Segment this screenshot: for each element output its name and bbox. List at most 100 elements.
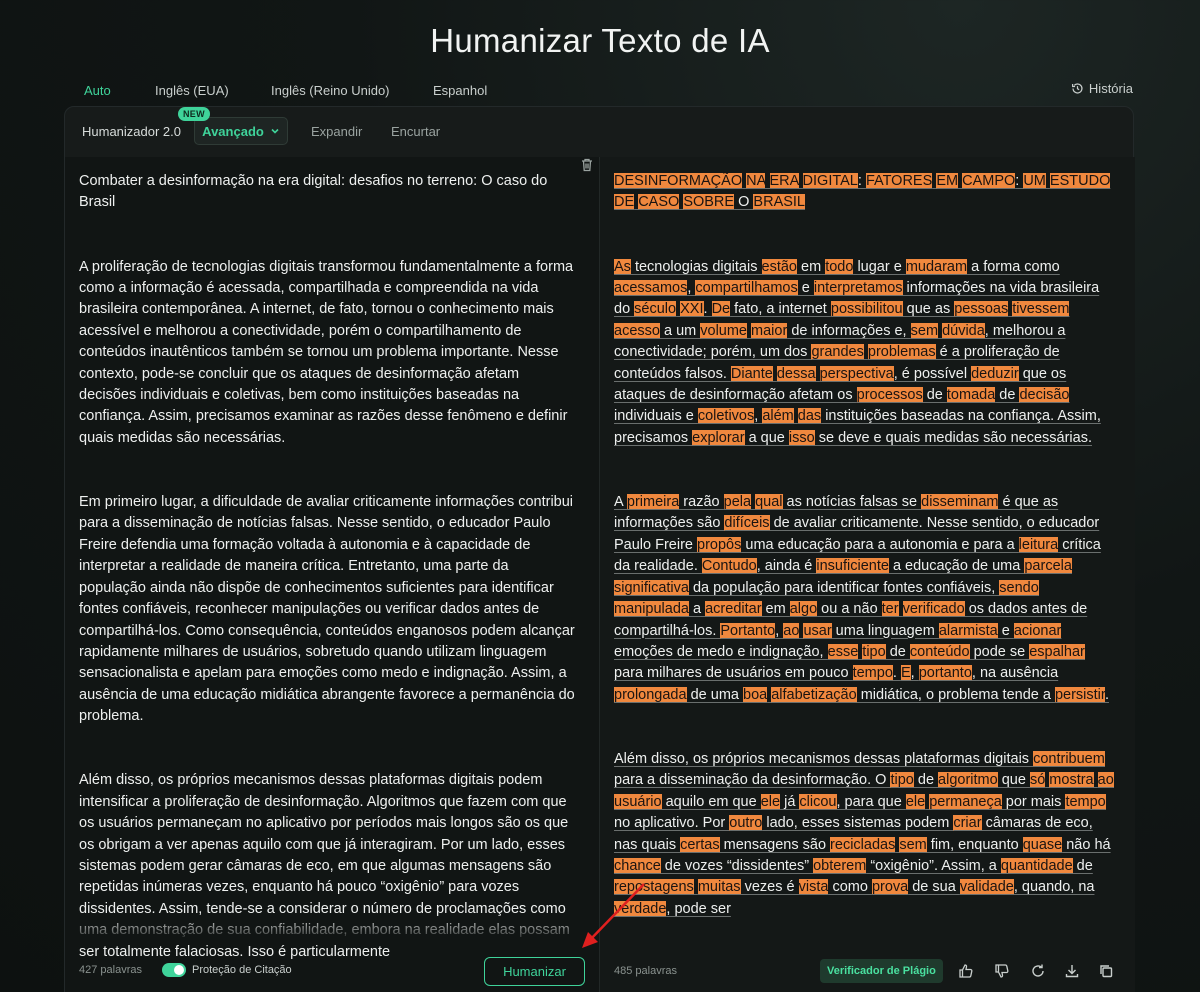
changed-word[interactable]: ter xyxy=(881,601,899,618)
citation-toggle[interactable] xyxy=(162,963,186,977)
changed-word[interactable]: verificado xyxy=(902,601,965,618)
changed-word[interactable]: ele xyxy=(905,793,926,810)
humanize-button[interactable]: Humanizar xyxy=(484,957,585,986)
changed-word[interactable]: tomada xyxy=(946,387,996,404)
changed-word[interactable]: SOBRE xyxy=(683,194,735,211)
changed-word[interactable]: conteúdo xyxy=(909,643,970,660)
changed-word[interactable]: portanto xyxy=(918,665,972,682)
changed-word[interactable]: UM xyxy=(1023,173,1046,189)
tab-english-uk[interactable]: Inglês (Reino Unido) xyxy=(271,81,390,100)
changed-word[interactable]: recicladas xyxy=(830,836,896,853)
changed-word[interactable]: alfabetização xyxy=(771,686,857,703)
changed-word[interactable]: só xyxy=(1029,772,1046,789)
thumbs-down-icon[interactable] xyxy=(994,963,1010,979)
changed-word[interactable]: século xyxy=(634,301,677,318)
history-button[interactable]: História xyxy=(1071,81,1133,96)
changed-word[interactable]: ele xyxy=(760,793,781,810)
changed-word[interactable]: clicou xyxy=(799,793,837,810)
changed-word[interactable]: alarmista xyxy=(938,622,998,639)
changed-word[interactable]: CASO xyxy=(638,194,680,211)
changed-word[interactable]: sem xyxy=(910,322,939,339)
changed-word[interactable]: muitas xyxy=(697,879,741,896)
changed-word[interactable]: criar xyxy=(953,815,982,832)
changed-word[interactable]: tempo xyxy=(1065,793,1106,810)
changed-word[interactable]: mudaram xyxy=(905,258,968,275)
changed-word[interactable]: Portanto xyxy=(720,622,776,639)
changed-word[interactable]: outro xyxy=(729,815,763,832)
changed-word[interactable]: sendo xyxy=(999,579,1039,596)
changed-word[interactable]: mostra xyxy=(1049,772,1094,789)
changed-word[interactable]: tempo xyxy=(852,665,893,682)
changed-word[interactable]: ao xyxy=(783,622,800,639)
changed-word[interactable]: tivessem xyxy=(1012,301,1070,318)
changed-word[interactable]: grandes xyxy=(811,344,864,361)
changed-word[interactable]: quantidade xyxy=(1000,857,1073,874)
plagiarism-checker-button[interactable]: Verificador de Plágio xyxy=(820,959,943,983)
changed-word[interactable]: prova xyxy=(871,879,909,896)
changed-word[interactable]: compartilhamos xyxy=(695,280,798,297)
changed-word[interactable]: algo xyxy=(789,601,818,618)
changed-word[interactable]: qual xyxy=(755,494,783,511)
changed-word[interactable]: primeira xyxy=(626,494,680,511)
changed-word[interactable]: persistir xyxy=(1054,686,1105,703)
changed-word[interactable]: sem xyxy=(899,836,927,853)
changed-word[interactable]: permaneça xyxy=(929,793,1002,810)
changed-word[interactable]: processos xyxy=(856,387,923,404)
changed-word[interactable]: De xyxy=(711,301,731,318)
changed-word[interactable]: volume xyxy=(700,322,747,339)
changed-word[interactable]: validade xyxy=(959,879,1014,896)
changed-word[interactable]: usuário xyxy=(614,793,662,810)
changed-word[interactable]: interpretamos xyxy=(813,280,903,297)
changed-word[interactable]: obterem xyxy=(813,857,867,874)
changed-word[interactable]: FATORES xyxy=(865,173,933,189)
changed-word[interactable]: XXI xyxy=(680,301,704,318)
changed-word[interactable]: DE xyxy=(614,194,635,211)
changed-word[interactable]: difíceis xyxy=(724,515,770,532)
changed-word[interactable]: E xyxy=(900,665,911,682)
changed-word[interactable]: perspectiva xyxy=(819,365,894,382)
changed-word[interactable]: deduzir xyxy=(971,365,1019,382)
changed-word[interactable]: propôs xyxy=(697,536,742,553)
changed-word[interactable]: todo xyxy=(825,258,854,275)
changed-word[interactable]: DESINFORMAÇÃO xyxy=(614,173,743,189)
thumbs-up-icon[interactable] xyxy=(958,963,974,979)
changed-word[interactable]: EM xyxy=(936,173,959,189)
changed-word[interactable]: das xyxy=(797,408,822,425)
changed-word[interactable]: coletivos xyxy=(697,408,755,425)
changed-word[interactable]: tipo xyxy=(890,772,914,789)
download-icon[interactable] xyxy=(1064,963,1080,979)
changed-word[interactable]: esse xyxy=(827,643,859,660)
changed-word[interactable]: insuficiente xyxy=(816,558,889,575)
changed-word[interactable]: DIGITAL xyxy=(802,173,858,189)
input-text[interactable]: Combater a desinformação na era digital:… xyxy=(79,171,579,992)
changed-word[interactable]: parcela xyxy=(1024,558,1072,575)
shorten-button[interactable]: Encurtar xyxy=(391,124,440,139)
changed-word[interactable]: ao xyxy=(1097,772,1114,789)
changed-word[interactable]: NA xyxy=(746,173,766,189)
expand-button[interactable]: Expandir xyxy=(311,124,362,139)
changed-word[interactable]: CAMPO xyxy=(962,173,1016,189)
changed-word[interactable]: acionar xyxy=(1013,622,1062,639)
changed-word[interactable]: tipo xyxy=(862,643,886,660)
mode-dropdown[interactable]: Avançado xyxy=(194,117,288,145)
changed-word[interactable]: disseminam xyxy=(921,494,999,511)
changed-word[interactable]: isso xyxy=(788,429,815,446)
changed-word[interactable]: Diante xyxy=(730,365,773,382)
changed-word[interactable]: dúvida xyxy=(942,322,985,339)
tab-spanish[interactable]: Espanhol xyxy=(433,81,487,100)
changed-word[interactable]: acessamos xyxy=(614,280,688,297)
trash-icon[interactable] xyxy=(580,157,594,173)
copy-icon[interactable] xyxy=(1098,963,1114,979)
changed-word[interactable]: decisão xyxy=(1019,387,1070,404)
changed-word[interactable]: espalhar xyxy=(1029,643,1085,660)
changed-word[interactable]: problemas xyxy=(867,344,936,361)
changed-word[interactable]: ESTUDO xyxy=(1049,173,1111,189)
input-pane[interactable]: Combater a desinformação na era digital:… xyxy=(65,157,599,992)
changed-word[interactable]: usar xyxy=(803,622,832,639)
changed-word[interactable]: prolongada xyxy=(614,686,687,703)
changed-word[interactable]: As xyxy=(614,258,631,275)
refresh-icon[interactable] xyxy=(1030,963,1046,979)
changed-word[interactable]: explorar xyxy=(692,429,745,446)
changed-word[interactable]: acesso xyxy=(614,322,660,339)
changed-word[interactable]: chance xyxy=(614,857,661,874)
